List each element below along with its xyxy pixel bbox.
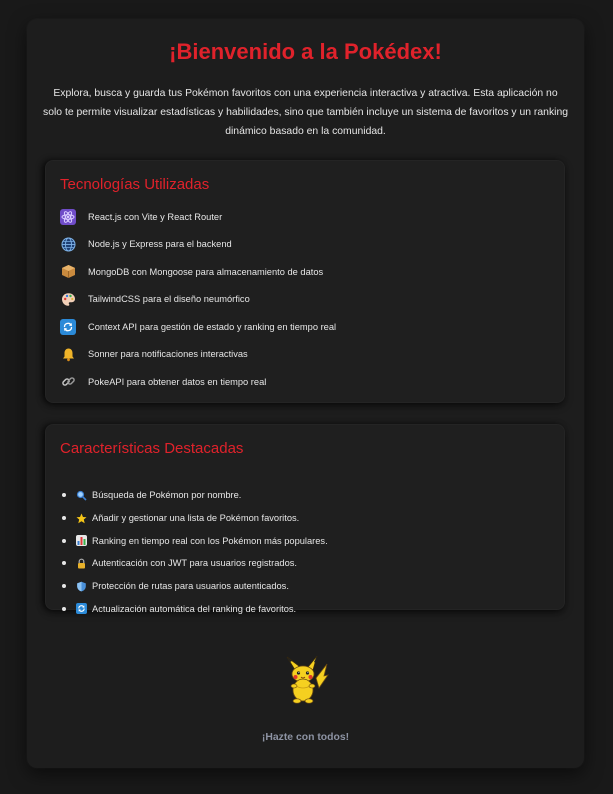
list-item: Node.js y Express para el backend	[60, 231, 336, 259]
technology-label: Context API para gestión de estado y ran…	[88, 321, 337, 332]
bar-chart-icon	[76, 535, 87, 547]
bullet-icon	[62, 538, 66, 543]
lock-icon	[76, 558, 87, 569]
link-icon	[60, 374, 76, 390]
features-panel: Características Destacadas Búsqueda de P…	[45, 424, 565, 615]
pikachu-icon	[283, 655, 329, 706]
welcome-card: ¡Bienvenido a la Pokédex! Explora, busca…	[27, 19, 584, 768]
bullet-icon	[62, 584, 66, 589]
technologies-list: React.js con Vite y React Router Node.js…	[60, 203, 336, 396]
page-title: ¡Bienvenido a la Pokédex!	[169, 39, 442, 64]
list-item: Sonner para notificaciones interactivas	[60, 341, 336, 369]
star-icon	[76, 513, 87, 524]
footer-tagline: ¡Hazte con todos!	[261, 732, 350, 743]
feature-label: Autenticación con JWT para usuarios regi…	[92, 558, 297, 569]
list-item: TailwindCSS para el diseño neumórfico	[60, 286, 336, 314]
feature-label: Búsqueda de Pokémon por nombre.	[92, 490, 242, 501]
list-item: Actualización automática del ranking de …	[60, 597, 328, 620]
intro-paragraph: Explora, busca y guarda tus Pokémon favo…	[43, 88, 569, 137]
list-item: Context API para gestión de estado y ran…	[60, 313, 336, 341]
bell-icon	[60, 346, 76, 362]
list-item: Ranking en tiempo real con los Pokémon m…	[60, 529, 328, 552]
shield-icon	[76, 581, 87, 592]
refresh-icon	[60, 318, 76, 335]
list-item: Autenticación con JWT para usuarios regi…	[60, 552, 328, 575]
technology-label: Sonner para notificaciones interactivas	[88, 349, 248, 360]
package-icon	[60, 264, 76, 280]
list-item: Búsqueda de Pokémon por nombre.	[60, 484, 328, 507]
technology-label: PokeAPI para obtener datos en tiempo rea…	[88, 376, 267, 387]
bullet-icon	[62, 493, 66, 498]
technology-label: React.js con Vite y React Router	[88, 211, 223, 222]
feature-label: Protección de rutas para usuarios autent…	[92, 581, 289, 592]
bullet-icon	[62, 561, 66, 566]
bullet-icon	[62, 516, 66, 521]
refresh-icon	[76, 603, 87, 615]
technology-label: Node.js y Express para el backend	[88, 239, 232, 250]
page: ¡Bienvenido a la Pokédex! Explora, busca…	[0, 0, 613, 794]
technologies-title: Tecnologías Utilizadas	[60, 176, 210, 193]
magnifier-icon	[76, 490, 87, 501]
list-item: Añadir y gestionar una lista de Pokémon …	[60, 507, 328, 530]
bullet-icon	[62, 606, 66, 611]
technology-label: MongoDB con Mongoose para almacenamiento…	[88, 266, 324, 277]
react-atom-icon	[60, 208, 76, 225]
list-item: React.js con Vite y React Router	[60, 203, 336, 231]
feature-label: Añadir y gestionar una lista de Pokémon …	[92, 513, 300, 524]
features-list: Búsqueda de Pokémon por nombre. Añadir y…	[60, 484, 328, 620]
list-item: PokeAPI para obtener datos en tiempo rea…	[60, 368, 336, 396]
globe-icon	[60, 236, 76, 252]
palette-icon	[60, 291, 76, 307]
technologies-panel: Tecnologías Utilizadas React.js con Vite…	[45, 160, 565, 403]
features-title: Características Destacadas	[60, 440, 244, 457]
feature-label: Ranking en tiempo real con los Pokémon m…	[92, 535, 328, 546]
list-item: Protección de rutas para usuarios autent…	[60, 575, 328, 598]
feature-label: Actualización automática del ranking de …	[92, 603, 297, 614]
technology-label: TailwindCSS para el diseño neumórfico	[88, 294, 250, 305]
list-item: MongoDB con Mongoose para almacenamiento…	[60, 258, 336, 286]
